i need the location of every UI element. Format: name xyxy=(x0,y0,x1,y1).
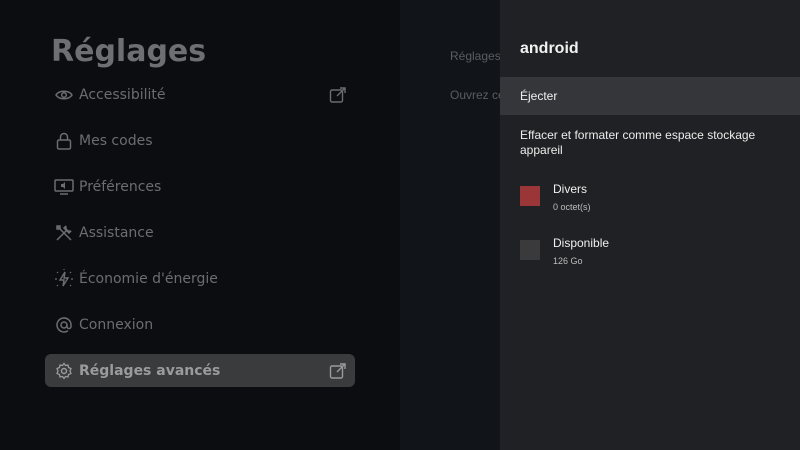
external-link-icon xyxy=(329,86,347,104)
menu-item-economie-energie[interactable]: Économie d'énergie xyxy=(45,262,355,295)
external-link-icon xyxy=(329,362,347,380)
storage-item-disponible: Disponible 126 Go xyxy=(520,234,790,270)
storage-item-name: Disponible xyxy=(553,236,610,250)
panel-title: android xyxy=(520,40,579,57)
menu-item-label: Économie d'énergie xyxy=(79,270,218,287)
menu-item-label: Assistance xyxy=(79,224,154,241)
settings-detail-background xyxy=(400,0,500,450)
breadcrumb-description: Ouvrez ce xyxy=(450,88,500,102)
gear-icon xyxy=(53,360,75,382)
tv-sound-icon xyxy=(53,176,75,198)
menu-item-accessibilite[interactable]: Accessibilité xyxy=(45,78,355,111)
breadcrumb: Réglages xyxy=(450,49,500,63)
menu-item-reglages-avances[interactable]: Réglages avancés xyxy=(45,354,355,387)
at-icon xyxy=(53,314,75,336)
menu-item-preferences[interactable]: Préférences xyxy=(45,170,355,203)
menu-item-label: Préférences xyxy=(79,178,162,195)
eye-icon xyxy=(53,84,75,106)
menu-item-mes-codes[interactable]: Mes codes xyxy=(45,124,355,157)
storage-device-panel: android Éjecter Effacer et formater comm… xyxy=(500,0,800,450)
menu-item-assistance[interactable]: Assistance xyxy=(45,216,355,249)
storage-item-size: 0 octet(s) xyxy=(553,202,591,212)
storage-item-size: 126 Go xyxy=(553,256,583,266)
menu-item-label: Mes codes xyxy=(79,132,153,149)
page-title: Réglages xyxy=(51,34,207,69)
menu-item-label: Accessibilité xyxy=(79,86,166,103)
eject-label: Éjecter xyxy=(520,89,558,103)
storage-color-swatch xyxy=(520,186,540,206)
lock-icon xyxy=(53,130,75,152)
storage-color-swatch xyxy=(520,240,540,260)
tools-icon xyxy=(53,222,75,244)
storage-item-name: Divers xyxy=(553,182,588,196)
menu-item-label: Réglages avancés xyxy=(79,362,221,379)
menu-item-connexion[interactable]: Connexion xyxy=(45,308,355,341)
menu-item-label: Connexion xyxy=(79,316,154,333)
eject-button[interactable]: Éjecter xyxy=(500,77,800,115)
energy-icon xyxy=(53,268,75,290)
settings-menu: Accessibilité Mes codes Préférences Assi… xyxy=(45,78,355,400)
format-as-device-storage-button[interactable]: Effacer et formater comme espace stockag… xyxy=(520,128,790,158)
storage-item-divers: Divers 0 octet(s) xyxy=(520,180,790,216)
